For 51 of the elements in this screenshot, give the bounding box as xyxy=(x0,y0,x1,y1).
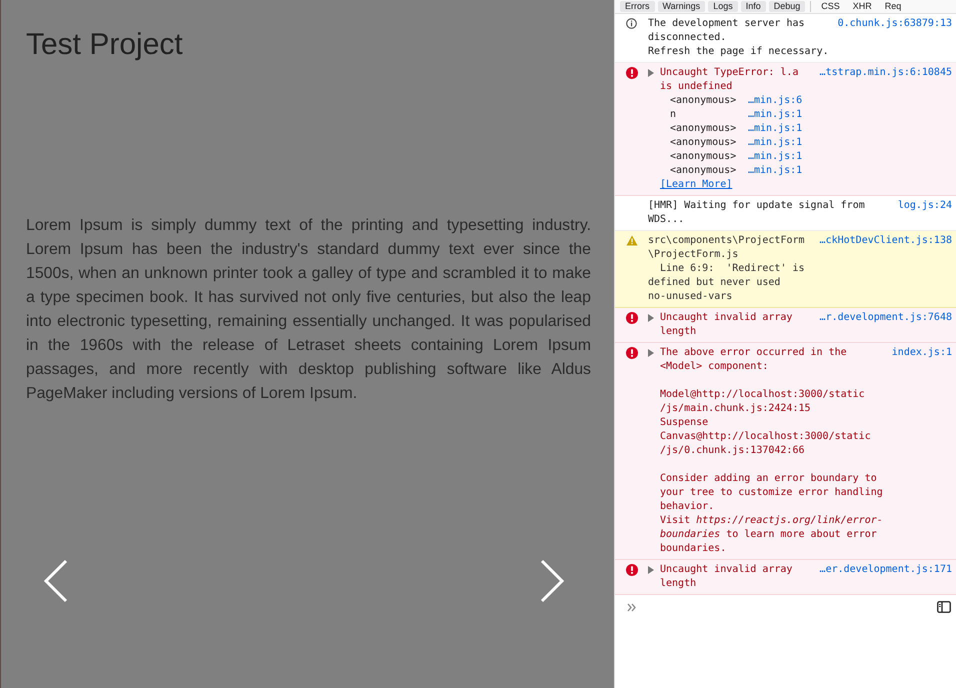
error-icon xyxy=(626,312,638,324)
filter-button[interactable]: Errors xyxy=(620,1,654,12)
page-title: Test Project xyxy=(26,27,184,63)
stack-function: n xyxy=(670,108,678,122)
filter-button[interactable]: XHR xyxy=(848,1,877,12)
source-link[interactable]: …ckHotDevClient.js:138 xyxy=(820,234,952,304)
message-text: Uncaught invalid array length xyxy=(660,563,792,591)
message-text: [HMR] Waiting for update signal from WDS... xyxy=(648,199,865,227)
filter-button[interactable]: Logs xyxy=(708,1,738,12)
message-text: Uncaught invalid array length xyxy=(660,311,792,339)
source-link[interactable]: log.js:24 xyxy=(898,199,952,227)
stack-function: <anonymous> xyxy=(670,150,738,164)
info-icon xyxy=(626,18,637,30)
source-link[interactable]: …r.development.js:7648 xyxy=(820,311,952,339)
source-link[interactable]: index.js:1 xyxy=(892,346,952,556)
filter-button[interactable]: Warnings xyxy=(658,1,706,12)
stack-location-link[interactable]: …min.js:1 xyxy=(748,136,802,150)
stack-location-link[interactable]: …min.js:1 xyxy=(748,150,802,164)
lorem-paragraph: Lorem Ipsum is simply dummy text of the printing and typesetting industry. Lorem Ipsum has been the industry's standard dummy text ever since the 1500s, when an unknown printer took a galley of type and scrambled it to make a type specimen book. It has survived not only five centuries, but also the leap into electronic typesetting, remaining essentially unchanged. It was popularised in the 1960s with the release of Letraset sheets containing Lorem Ipsum passages, and more recently with desktop publishing software like Aldus PageMaker including versions of Lorem Ipsum. xyxy=(26,216,591,404)
source-link[interactable]: …tstrap.min.js:6:10845 xyxy=(820,66,952,94)
error-icon xyxy=(626,347,638,359)
error-icon xyxy=(626,67,638,79)
stack-location-link[interactable]: …min.js:1 xyxy=(748,122,802,136)
expand-arrow-icon[interactable] xyxy=(648,314,654,322)
prompt-icon xyxy=(627,602,637,612)
expand-arrow-icon[interactable] xyxy=(648,69,654,77)
filter-button[interactable]: Req xyxy=(880,1,906,12)
filter-button[interactable]: Info xyxy=(740,1,766,12)
stack-function: <anonymous> xyxy=(670,94,738,108)
sidebar-toggle-icon[interactable] xyxy=(937,601,951,613)
previous-button[interactable] xyxy=(43,559,69,603)
stack-function: <anonymous> xyxy=(670,164,738,178)
warning-icon xyxy=(626,235,638,247)
filter-button[interactable]: CSS xyxy=(816,1,845,12)
stack-function: <anonymous> xyxy=(670,136,738,150)
message-text: Uncaught TypeError: l.a is undefined xyxy=(660,66,798,94)
stack-function: <anonymous> xyxy=(670,122,738,136)
message-text: src\components\ProjectForm \ProjectForm.js Line 6:9: 'Redirect' is defined but never used no-unused-vars xyxy=(648,234,805,304)
error-icon xyxy=(626,564,638,576)
source-link[interactable]: 0.chunk.js:63879:13 xyxy=(838,17,952,59)
filter-button[interactable]: Debug xyxy=(768,1,806,12)
message-text: The development server has disconnected. Refresh the page if necessary. xyxy=(648,17,829,59)
source-link[interactable]: …er.development.js:171 xyxy=(820,563,952,591)
expand-arrow-icon[interactable] xyxy=(648,349,654,357)
next-button[interactable] xyxy=(539,559,565,603)
learn-more-link[interactable]: [Learn More] xyxy=(660,179,732,190)
stack-location-link[interactable]: …min.js:6 xyxy=(748,94,802,108)
message-text: The above error occurred in the <Model> component: Model@http://localhost:3000/static /js/main.chunk.js:2424:15 Suspense Canvas@http://localhost:3000/static /js/0.chunk.js:137042:66 Consider adding an error boundary to your tree to customize error handling behavior. Visit https://reactjs.org/link/error- boundaries to learn more about error boundaries. xyxy=(660,346,883,556)
stack-location-link[interactable]: …min.js:1 xyxy=(748,164,802,178)
stack-location-link[interactable]: …min.js:1 xyxy=(748,108,802,122)
expand-arrow-icon[interactable] xyxy=(648,566,654,574)
